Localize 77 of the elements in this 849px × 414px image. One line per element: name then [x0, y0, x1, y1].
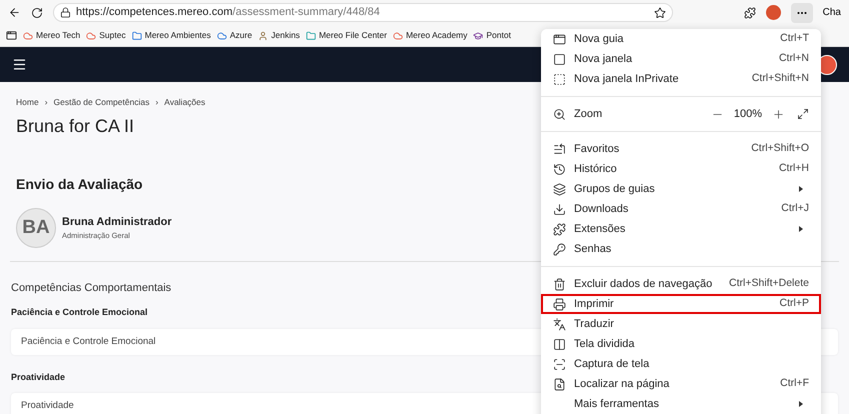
breadcrumb-separator: › — [44, 96, 48, 109]
menu-item[interactable]: Histórico Ctrl+H — [541, 159, 821, 179]
menu-item-icon — [553, 52, 566, 66]
bookmark-icon — [258, 30, 268, 40]
copilot-button[interactable]: Cha — [822, 5, 841, 20]
competency-label: Paciência e Controle Emocional — [11, 306, 148, 320]
address-bar[interactable]: https://competences.mereo.com/assessment-summary/448/84 — [53, 3, 673, 22]
menu-item-label: Zoom — [574, 106, 604, 122]
competency-label: Proatividade — [11, 370, 66, 384]
zoom-icon — [553, 108, 566, 120]
menu-item-icon — [553, 318, 566, 330]
reload-icon[interactable] — [31, 6, 43, 18]
breadcrumb-link[interactable]: Home — [16, 96, 39, 109]
bookmark[interactable]: Suptec — [86, 29, 126, 42]
menu-item-icon — [553, 222, 566, 236]
user-initials-avatar: BA — [16, 208, 56, 248]
menu-item[interactable]: Nova janela InPrivate Ctrl+Shift+N — [541, 69, 821, 89]
menu-item[interactable]: Localizar na página Ctrl+F — [541, 374, 821, 394]
favorite-star-icon[interactable] — [654, 6, 666, 18]
bookmark-icon — [132, 30, 142, 40]
fullscreen-icon[interactable] — [797, 108, 809, 120]
menu-item-icon — [553, 298, 566, 310]
menu-item-icon — [553, 338, 566, 350]
menu-item-icon — [553, 278, 566, 290]
menu-item[interactable]: Grupos de guias — [541, 179, 821, 199]
plus-icon[interactable] — [772, 108, 785, 120]
menu-item[interactable]: Senhas — [541, 239, 821, 259]
menu-item[interactable]: Excluir dados de navegação Ctrl+Shift+Delete — [541, 274, 821, 294]
bookmark[interactable]: Jenkins — [258, 29, 300, 42]
breadcrumb-link[interactable]: Gestão de Competências — [54, 96, 150, 109]
menu-item-icon — [553, 142, 566, 156]
menu-item[interactable]: Imprimir Ctrl+P — [541, 294, 821, 314]
menu-item-icon — [553, 32, 566, 46]
bookmark-icon — [216, 30, 227, 40]
menu-item-icon — [553, 162, 566, 176]
menu-item[interactable]: Downloads Ctrl+J — [541, 199, 821, 219]
bookmark[interactable]: Mereo Tech — [23, 29, 80, 42]
url-text: https://competences.mereo.com/assessment-summary/448/84 — [76, 5, 380, 20]
more-button[interactable] — [790, 2, 813, 22]
group-title: Competências Comportamentais — [11, 280, 172, 296]
bookmark-icon — [86, 30, 96, 40]
menu-item[interactable]: Captura de tela — [541, 354, 821, 374]
bookmark-icon — [473, 30, 484, 40]
breadcrumb-separator: › — [155, 96, 158, 109]
bookmark[interactable]: Azure — [216, 29, 252, 42]
menu-item-icon — [553, 358, 566, 370]
bookmark[interactable]: Pontot — [473, 29, 511, 42]
bookmark[interactable]: Mereo File Center — [306, 29, 387, 42]
user-name: Bruna Administrador — [62, 214, 172, 230]
zoom-value: 100% — [734, 106, 762, 122]
submenu-triangle-icon — [799, 226, 803, 232]
extensions-icon[interactable] — [744, 6, 756, 18]
menu-item-icon — [553, 202, 566, 216]
menu-item[interactable]: Favoritos Ctrl+Shift+O — [541, 139, 821, 159]
page-title: Bruna for CA II — [16, 114, 134, 138]
menu-item-icon — [553, 378, 566, 390]
section-title: Envio da Avaliação — [16, 174, 143, 194]
back-icon[interactable] — [8, 6, 21, 19]
bookmark[interactable]: Mereo Ambientes — [132, 29, 211, 42]
menu-item-icon — [553, 182, 566, 196]
breadcrumb-link[interactable]: Avaliações — [164, 96, 206, 109]
menu-item[interactable]: Tela dividida — [541, 334, 821, 354]
menu-item[interactable]: Nova janela Ctrl+N — [541, 49, 821, 69]
bookmark-icon — [392, 30, 403, 40]
bookmark[interactable]: Mereo Academy — [392, 29, 468, 42]
menu-item-icon — [553, 72, 566, 86]
menu-item[interactable]: Extensões — [541, 219, 821, 239]
submenu-triangle-icon — [799, 186, 803, 192]
menu-icon[interactable] — [12, 57, 27, 72]
submenu-triangle-icon — [799, 401, 803, 407]
lock-icon — [60, 7, 71, 18]
bookmark-icon — [306, 30, 316, 40]
profile-avatar[interactable] — [766, 5, 781, 20]
bookmark-icon — [23, 30, 33, 40]
menu-item-icon — [553, 242, 566, 256]
menu-item[interactable]: Mais ferramentas — [541, 394, 821, 414]
menu-item[interactable]: Nova guia Ctrl+T — [541, 29, 821, 49]
